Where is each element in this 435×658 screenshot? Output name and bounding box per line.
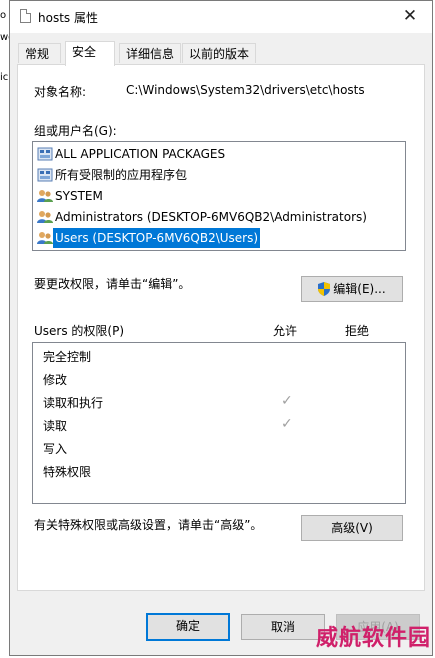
list-item-label: ALL APPLICATION PACKAGES bbox=[55, 147, 226, 161]
cancel-button[interactable]: 取消 bbox=[241, 614, 325, 640]
close-button[interactable]: ✕ bbox=[388, 1, 432, 33]
allow-check-icon: ✓ bbox=[281, 416, 293, 432]
permission-row: 读取 bbox=[43, 419, 68, 433]
background-letter: ic bbox=[0, 72, 9, 83]
permission-row: 特殊权限 bbox=[43, 465, 92, 479]
deny-header: 拒绝 bbox=[345, 324, 370, 338]
package-icon bbox=[37, 168, 53, 182]
list-item[interactable]: 所有受限制的应用程序包 bbox=[35, 165, 403, 185]
tab-previous-versions[interactable]: 以前的版本 bbox=[182, 43, 256, 63]
file-icon bbox=[20, 9, 31, 23]
list-item-label: Administrators (DESKTOP-6MV6QB2\Administ… bbox=[55, 210, 367, 224]
list-item-label: 所有受限制的应用程序包 bbox=[55, 168, 188, 182]
advanced-button[interactable]: 高级(V) bbox=[301, 515, 403, 541]
list-item-label: Users (DESKTOP-6MV6QB2\Users) bbox=[53, 228, 261, 248]
groups-label: 组或用户名(G): bbox=[34, 124, 117, 138]
tab-security[interactable]: 安全 bbox=[65, 41, 115, 66]
list-item-label: SYSTEM bbox=[55, 189, 103, 203]
shield-icon bbox=[318, 282, 331, 296]
permissions-list: 完全控制修改读取和执行 ✓ 读取 ✓ 写入特殊权限 bbox=[32, 342, 406, 504]
group-user-list[interactable]: ALL APPLICATION PACKAGES 所有受限制的应用程序包 SYSTE… bbox=[32, 141, 406, 251]
edit-button-label: 编辑(E)... bbox=[333, 282, 386, 296]
tab-general[interactable]: 常规 bbox=[18, 43, 61, 63]
list-item[interactable]: Users (DESKTOP-6MV6QB2\Users) bbox=[35, 228, 403, 248]
watermark: 威航软件园 bbox=[315, 626, 431, 651]
users-icon bbox=[37, 232, 53, 244]
permissions-label: Users 的权限(P) bbox=[34, 324, 125, 338]
properties-dialog: hosts 属性 ✕ 常规 安全 详细信息 以前的版本 对象名称: C:\Win… bbox=[9, 0, 433, 656]
edit-button[interactable]: 编辑(E)... bbox=[301, 276, 403, 302]
list-item[interactable]: Administrators (DESKTOP-6MV6QB2\Administ… bbox=[35, 207, 403, 227]
permission-row: 修改 bbox=[43, 373, 68, 387]
ok-button[interactable]: 确定 bbox=[146, 613, 230, 641]
permission-row: 完全控制 bbox=[43, 350, 92, 364]
package-icon bbox=[37, 147, 53, 161]
list-item[interactable]: SYSTEM bbox=[35, 186, 403, 206]
permission-row: 读取和执行 bbox=[43, 396, 104, 410]
change-permissions-hint: 要更改权限，请单击“编辑”。 bbox=[34, 277, 191, 291]
permission-row: 写入 bbox=[43, 442, 68, 456]
allow-header: 允许 bbox=[273, 324, 298, 338]
security-panel: 对象名称: C:\Windows\System32\drivers\etc\ho… bbox=[17, 64, 425, 591]
tab-details[interactable]: 详细信息 bbox=[119, 43, 181, 63]
object-name-value: C:\Windows\System32\drivers\etc\hosts bbox=[126, 83, 365, 97]
advanced-hint: 有关特殊权限或高级设置，请单击“高级”。 bbox=[34, 518, 263, 532]
window-title: hosts 属性 bbox=[38, 11, 98, 25]
allow-check-icon: ✓ bbox=[281, 393, 293, 409]
users-icon bbox=[37, 190, 53, 202]
object-name-label: 对象名称: bbox=[34, 85, 87, 99]
users-icon bbox=[37, 211, 53, 223]
title-bar: hosts 属性 ✕ bbox=[10, 1, 432, 33]
list-item[interactable]: ALL APPLICATION PACKAGES bbox=[35, 144, 403, 164]
background-letter: o bbox=[0, 10, 7, 21]
background-window-edge: o wo ic bbox=[0, 0, 14, 100]
